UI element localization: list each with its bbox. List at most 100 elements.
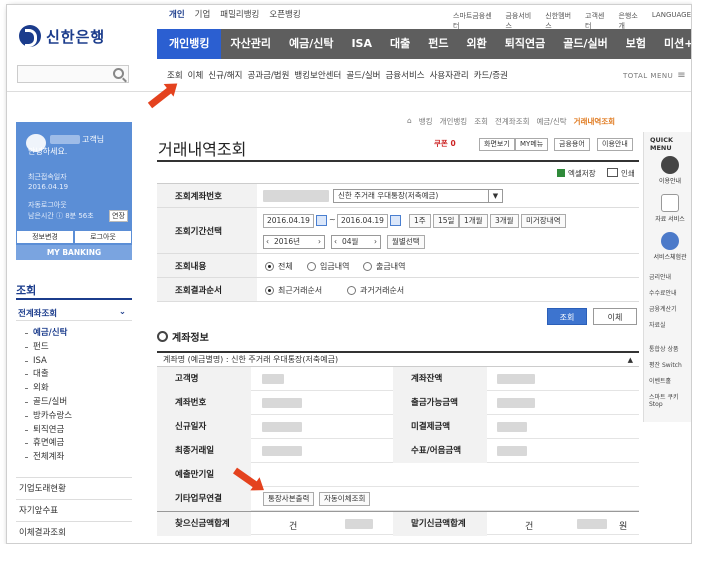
radio-past[interactable]: 과거거래순서 [347,285,404,296]
util-about[interactable]: 은행소개 [618,11,643,31]
breadcrumb-item[interactable]: 예금/신탁 [537,116,567,127]
sub-security[interactable]: 뱅킹보안센터 [294,69,341,81]
radio-withdraw[interactable]: 출금내역 [363,261,405,272]
info-change-button[interactable]: 정보변경 [16,230,74,244]
account-select[interactable]: 신한 주거래 우대통장(저축예금) ▼ [333,189,503,203]
menu-deposit[interactable]: 예금/신탁 [280,29,343,59]
print-button[interactable]: 인쇄 [607,168,635,179]
sidebar-item-transfer-result[interactable]: 이체결과조회 [19,526,66,538]
sub-bills[interactable]: 공과금/법원 [247,69,289,81]
search-icon[interactable] [113,68,124,79]
menu-insurance[interactable]: 보험 [617,29,655,59]
quick-link[interactable]: 금융계산기 [649,304,677,313]
menu-forex[interactable]: 외환 [458,29,496,59]
quick-link[interactable]: 통합상 상품 [649,344,679,353]
account-name-bar[interactable]: 계좌명 (예금별명) : 신한 주거래 우대통장(저축예금) [157,351,639,367]
period-1month-button[interactable]: 1개월 [459,214,488,228]
sub-gold[interactable]: 골드/실버 [346,69,380,81]
quick-link[interactable]: 평잔 Switch [649,360,682,369]
menu-asset[interactable]: 자산관리 [221,29,279,59]
next-icon[interactable]: › [318,236,321,248]
date-to-input[interactable]: 2016.04.19 [337,214,388,228]
transfer-button[interactable]: 이체 [593,308,637,325]
extend-button[interactable]: 연장 [109,210,128,222]
glossary-button[interactable]: 금융용어 [554,138,590,151]
e-service-icon[interactable] [661,232,679,250]
my-menu-button[interactable]: MY메뉴 [515,138,549,151]
sidebar-group-all-accounts[interactable]: 전계좌조회 ⌄ [18,307,130,319]
guide-person-icon[interactable] [661,156,679,174]
menu-fund[interactable]: 펀드 [419,29,457,59]
sub-new[interactable]: 신규/해지 [208,69,242,81]
sidebar-item-dormant[interactable]: 휴면예금 [25,437,72,451]
sidebar-item-pension[interactable]: 퇴직연금 [25,424,72,438]
breadcrumb-item[interactable]: 전계좌조회 [495,116,530,127]
period-1week-button[interactable]: 1주 [409,214,431,228]
menu-mission[interactable]: 미션+ [655,29,691,59]
shinhan-logo[interactable]: 신한은행 [19,25,105,47]
sidebar-item-gold[interactable]: 골드/실버 [25,396,72,410]
sidebar-item-loan[interactable]: 대출 [25,368,72,382]
radio-deposit[interactable]: 입금내역 [307,261,349,272]
breadcrumb-item[interactable]: 뱅킹 [419,116,433,127]
quick-item-experience[interactable]: 서비스체험관 [646,252,691,261]
month-select-button[interactable]: 월별선택 [387,235,425,249]
sub-card[interactable]: 카드/증권 [474,69,508,81]
calendar-icon[interactable] [316,215,327,226]
guide-button[interactable]: 이용안내 [597,138,633,151]
total-menu-button[interactable]: TOTAL MENU [623,70,686,81]
radio-recent[interactable]: 최근거래순서 [265,285,322,296]
top-nav-open[interactable]: 오픈뱅킹 [269,8,300,20]
menu-pension[interactable]: 퇴직연금 [496,29,554,59]
top-nav-business[interactable]: 기업 [195,8,211,20]
prev-icon[interactable]: ‹ [266,236,269,248]
period-3month-button[interactable]: 3개월 [490,214,519,228]
menu-personal-banking[interactable]: 개인뱅킹 [157,29,222,59]
top-nav-family[interactable]: 패밀리뱅킹 [220,8,259,20]
top-nav-personal[interactable]: 개인 [169,8,185,20]
util-language[interactable]: LANGUAGE [652,11,691,31]
quick-link[interactable]: 금리안내 [649,272,671,281]
sub-user[interactable]: 사용자관리 [430,69,469,81]
my-banking-button[interactable]: MY BANKING [16,245,132,260]
quick-link[interactable]: 스마트 쿠키 Stop [649,392,691,408]
excel-save-button[interactable]: 엑셀저장 [557,168,596,179]
radio-all[interactable]: 전체 [265,261,293,272]
breadcrumb-item[interactable]: 개인뱅킹 [440,116,468,127]
menu-isa[interactable]: ISA [342,29,381,59]
sub-transfer[interactable]: 이체 [188,69,204,81]
menu-gold[interactable]: 골드/실버 [554,29,617,59]
prev-icon[interactable]: ‹ [334,236,337,248]
breadcrumb-item[interactable]: 조회 [474,116,488,127]
sidebar-item-check[interactable]: 자기앞수표 [19,504,58,516]
sidebar-item-deposit[interactable]: 예금/신탁 [25,327,72,341]
quick-item-data[interactable]: 자료 서비스 [646,214,691,223]
sidebar-item-corp[interactable]: 기업도래현황 [19,482,66,494]
quick-link[interactable]: 자료실 [649,320,666,329]
next-icon[interactable]: › [374,236,377,248]
year-select[interactable]: ‹ 2016년 › [263,235,325,249]
menu-loan[interactable]: 대출 [381,29,419,59]
quick-link[interactable]: 수수료안내 [649,288,677,297]
quick-item-guide[interactable]: 이용안내 [646,176,691,185]
period-unsettled-button[interactable]: 미거장내역 [521,214,566,228]
util-finance[interactable]: 금융서비스 [505,11,537,31]
calendar-icon[interactable] [390,215,401,226]
sidebar-item-forex[interactable]: 외화 [25,382,72,396]
sidebar-item-fund[interactable]: 펀드 [25,341,72,355]
coupon-link[interactable]: 쿠폰 0 [434,138,456,149]
util-members[interactable]: 신한멤버스 [545,11,577,31]
passbook-copy-button[interactable]: 통장사본출력 [263,492,315,506]
document-icon[interactable] [661,194,679,212]
quick-link[interactable]: 이벤트홀 [649,376,671,385]
search-input[interactable] [17,65,129,83]
util-smart[interactable]: 스마트금융센터 [453,11,497,31]
date-from-input[interactable]: 2016.04.19 [263,214,314,228]
inquiry-button[interactable]: 조회 [547,308,587,325]
period-15day-button[interactable]: 15일 [433,214,460,228]
home-icon[interactable]: ⌂ [407,116,412,127]
sidebar-item-all[interactable]: 전체계좌 [25,451,72,465]
screen-view-button[interactable]: 화면보기 [479,138,515,151]
sidebar-item-isa[interactable]: ISA [25,355,72,369]
month-select[interactable]: ‹ 04월 › [331,235,381,249]
